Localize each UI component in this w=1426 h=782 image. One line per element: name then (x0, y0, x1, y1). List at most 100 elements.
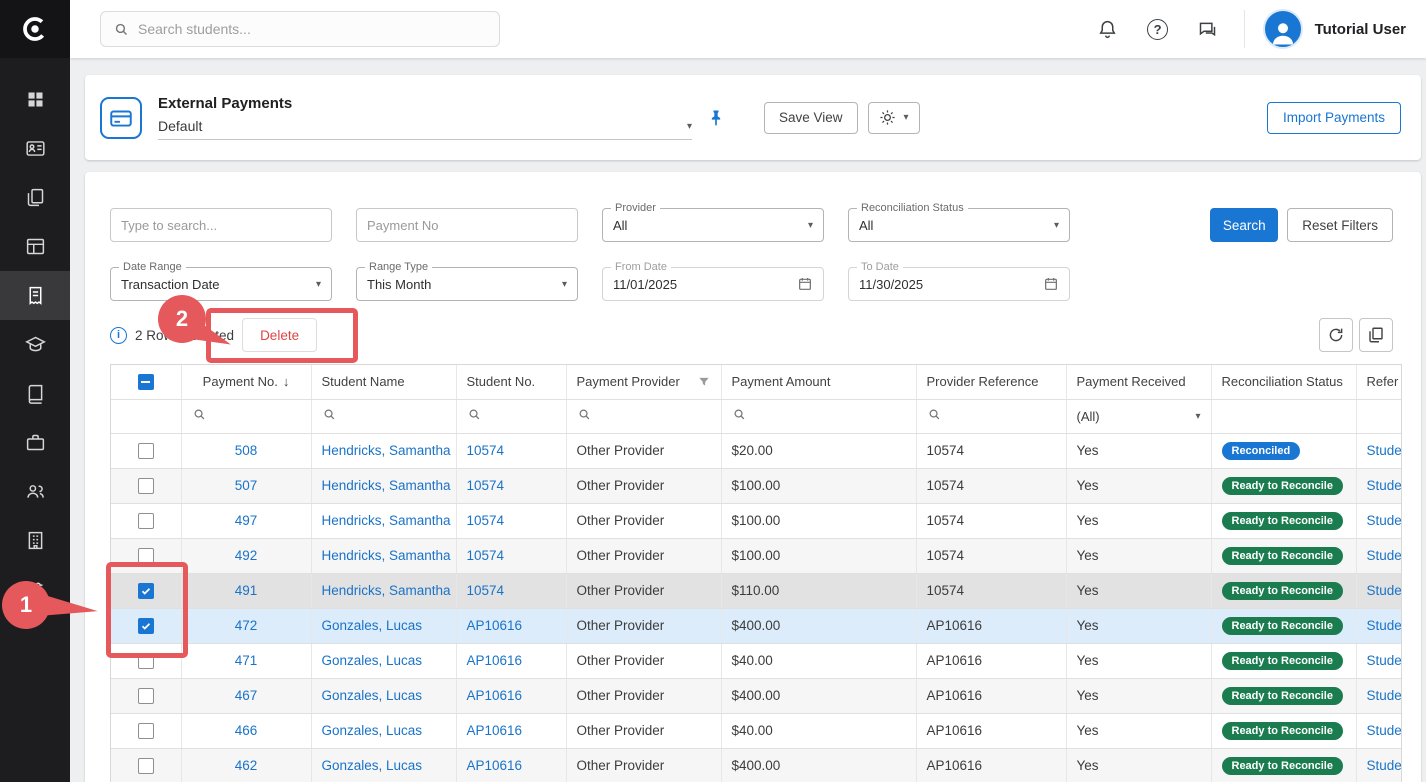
row-checkbox[interactable] (138, 758, 154, 774)
pin-view-button[interactable] (706, 108, 726, 128)
table-row[interactable]: 462 Gonzales, Lucas AP10616 Other Provid… (111, 748, 1402, 782)
table-row[interactable]: 507 Hendricks, Samantha 10574 Other Prov… (111, 468, 1402, 503)
payment-no-link[interactable]: 467 (235, 688, 258, 703)
table-row[interactable]: 491 Hendricks, Samantha 10574 Other Prov… (111, 573, 1402, 608)
column-header-payment-provider[interactable]: Payment Provider (577, 374, 680, 389)
student-name-link[interactable]: Gonzales, Lucas (322, 758, 423, 773)
column-search-icon[interactable] (192, 407, 207, 422)
student-name-link[interactable]: Gonzales, Lucas (322, 653, 423, 668)
student-name-link[interactable]: Gonzales, Lucas (322, 723, 423, 738)
student-name-link[interactable]: Hendricks, Samantha (322, 513, 451, 528)
view-selector[interactable]: Default ▾ (158, 118, 692, 140)
sidebar-item-organization[interactable] (0, 516, 70, 565)
reference-link[interactable]: Stude (1367, 723, 1402, 738)
table-row[interactable]: 508 Hendricks, Samantha 10574 Other Prov… (111, 433, 1402, 468)
range-type-select[interactable]: Range Type This Month ▾ (356, 267, 578, 301)
row-checkbox[interactable] (138, 688, 154, 704)
row-checkbox[interactable] (138, 653, 154, 669)
column-header-payment-amount[interactable]: Payment Amount (732, 374, 831, 389)
student-no-link[interactable]: 10574 (467, 513, 505, 528)
row-checkbox[interactable] (138, 618, 154, 634)
student-name-link[interactable]: Hendricks, Samantha (322, 443, 451, 458)
column-header-reconciliation-status[interactable]: Reconciliation Status (1222, 374, 1343, 389)
payment-no-link[interactable]: 491 (235, 583, 258, 598)
table-row[interactable]: 497 Hendricks, Samantha 10574 Other Prov… (111, 503, 1402, 538)
row-checkbox[interactable] (138, 443, 154, 459)
column-header-payment-received[interactable]: Payment Received (1077, 374, 1186, 389)
student-name-link[interactable]: Hendricks, Samantha (322, 583, 451, 598)
sidebar-item-dashboard[interactable] (0, 75, 70, 124)
search-input[interactable] (138, 21, 487, 37)
help-button[interactable]: ? (1146, 17, 1170, 41)
reference-link[interactable]: Stude (1367, 618, 1402, 633)
sidebar-item-billing[interactable] (0, 271, 70, 320)
payment-received-filter[interactable]: (All)▾ (1077, 409, 1201, 424)
filter-search-input[interactable] (110, 208, 332, 242)
sidebar-item-records[interactable] (0, 173, 70, 222)
student-no-link[interactable]: 10574 (467, 583, 505, 598)
column-search-icon[interactable] (322, 407, 337, 422)
row-checkbox[interactable] (138, 548, 154, 564)
student-name-link[interactable]: Gonzales, Lucas (322, 688, 423, 703)
student-no-link[interactable]: AP10616 (467, 688, 523, 703)
row-checkbox[interactable] (138, 583, 154, 599)
column-header-student-no[interactable]: Student No. (467, 374, 536, 389)
reference-link[interactable]: Stude (1367, 653, 1402, 668)
select-all-checkbox[interactable] (138, 374, 154, 390)
payment-no-link[interactable]: 492 (235, 548, 258, 563)
copy-grid-button[interactable] (1359, 318, 1393, 352)
student-name-link[interactable]: Hendricks, Samantha (322, 478, 451, 493)
reference-link[interactable]: Stude (1367, 688, 1402, 703)
app-logo[interactable] (0, 0, 70, 58)
sidebar-item-hr[interactable] (0, 418, 70, 467)
table-row[interactable]: 467 Gonzales, Lucas AP10616 Other Provid… (111, 678, 1402, 713)
column-header-reference[interactable]: Refer (1367, 374, 1399, 389)
payment-no-link[interactable]: 472 (235, 618, 258, 633)
column-search-icon[interactable] (927, 407, 942, 422)
row-checkbox[interactable] (138, 513, 154, 529)
column-search-icon[interactable] (467, 407, 482, 422)
provider-select[interactable]: Provider All ▾ (602, 208, 824, 242)
reference-link[interactable]: Stude (1367, 583, 1402, 598)
date-range-select[interactable]: Date Range Transaction Date ▾ (110, 267, 332, 301)
filter-funnel-icon[interactable] (697, 375, 711, 389)
view-settings-button[interactable]: ▾ (868, 102, 920, 134)
reconciliation-status-select[interactable]: Reconciliation Status All ▾ (848, 208, 1070, 242)
sidebar-item-library[interactable] (0, 369, 70, 418)
reference-link[interactable]: Stude (1367, 513, 1402, 528)
payment-no-link[interactable]: 466 (235, 723, 258, 738)
payment-no-link[interactable]: 462 (235, 758, 258, 773)
import-payments-button[interactable]: Import Payments (1267, 102, 1401, 134)
payment-no-link[interactable]: 497 (235, 513, 258, 528)
table-row[interactable]: 472 Gonzales, Lucas AP10616 Other Provid… (111, 608, 1402, 643)
table-row[interactable]: 492 Hendricks, Samantha 10574 Other Prov… (111, 538, 1402, 573)
search-button[interactable]: Search (1210, 208, 1278, 242)
column-search-icon[interactable] (577, 407, 592, 422)
column-header-payment-no[interactable]: Payment No. (203, 374, 278, 389)
delete-button[interactable]: Delete (242, 318, 317, 352)
reference-link[interactable]: Stude (1367, 443, 1402, 458)
student-no-link[interactable]: AP10616 (467, 723, 523, 738)
student-name-link[interactable]: Hendricks, Samantha (322, 548, 451, 563)
column-header-student-name[interactable]: Student Name (322, 374, 405, 389)
from-date-field[interactable]: From Date 11/01/2025 (602, 267, 824, 301)
reference-link[interactable]: Stude (1367, 758, 1402, 773)
notifications-button[interactable] (1096, 17, 1120, 41)
payment-no-link[interactable]: 507 (235, 478, 258, 493)
filter-payment-no-input[interactable] (356, 208, 578, 242)
column-search-icon[interactable] (732, 407, 747, 422)
sidebar-item-academics[interactable] (0, 320, 70, 369)
student-no-link[interactable]: 10574 (467, 443, 505, 458)
sidebar-item-boards[interactable] (0, 222, 70, 271)
refresh-button[interactable] (1319, 318, 1353, 352)
column-header-provider-reference[interactable]: Provider Reference (927, 374, 1039, 389)
student-no-link[interactable]: AP10616 (467, 653, 523, 668)
table-row[interactable]: 471 Gonzales, Lucas AP10616 Other Provid… (111, 643, 1402, 678)
user-avatar[interactable] (1263, 9, 1303, 49)
to-date-field[interactable]: To Date 11/30/2025 (848, 267, 1070, 301)
student-name-link[interactable]: Gonzales, Lucas (322, 618, 423, 633)
student-no-link[interactable]: 10574 (467, 478, 505, 493)
row-checkbox[interactable] (138, 478, 154, 494)
row-checkbox[interactable] (138, 723, 154, 739)
global-search[interactable] (100, 11, 500, 47)
